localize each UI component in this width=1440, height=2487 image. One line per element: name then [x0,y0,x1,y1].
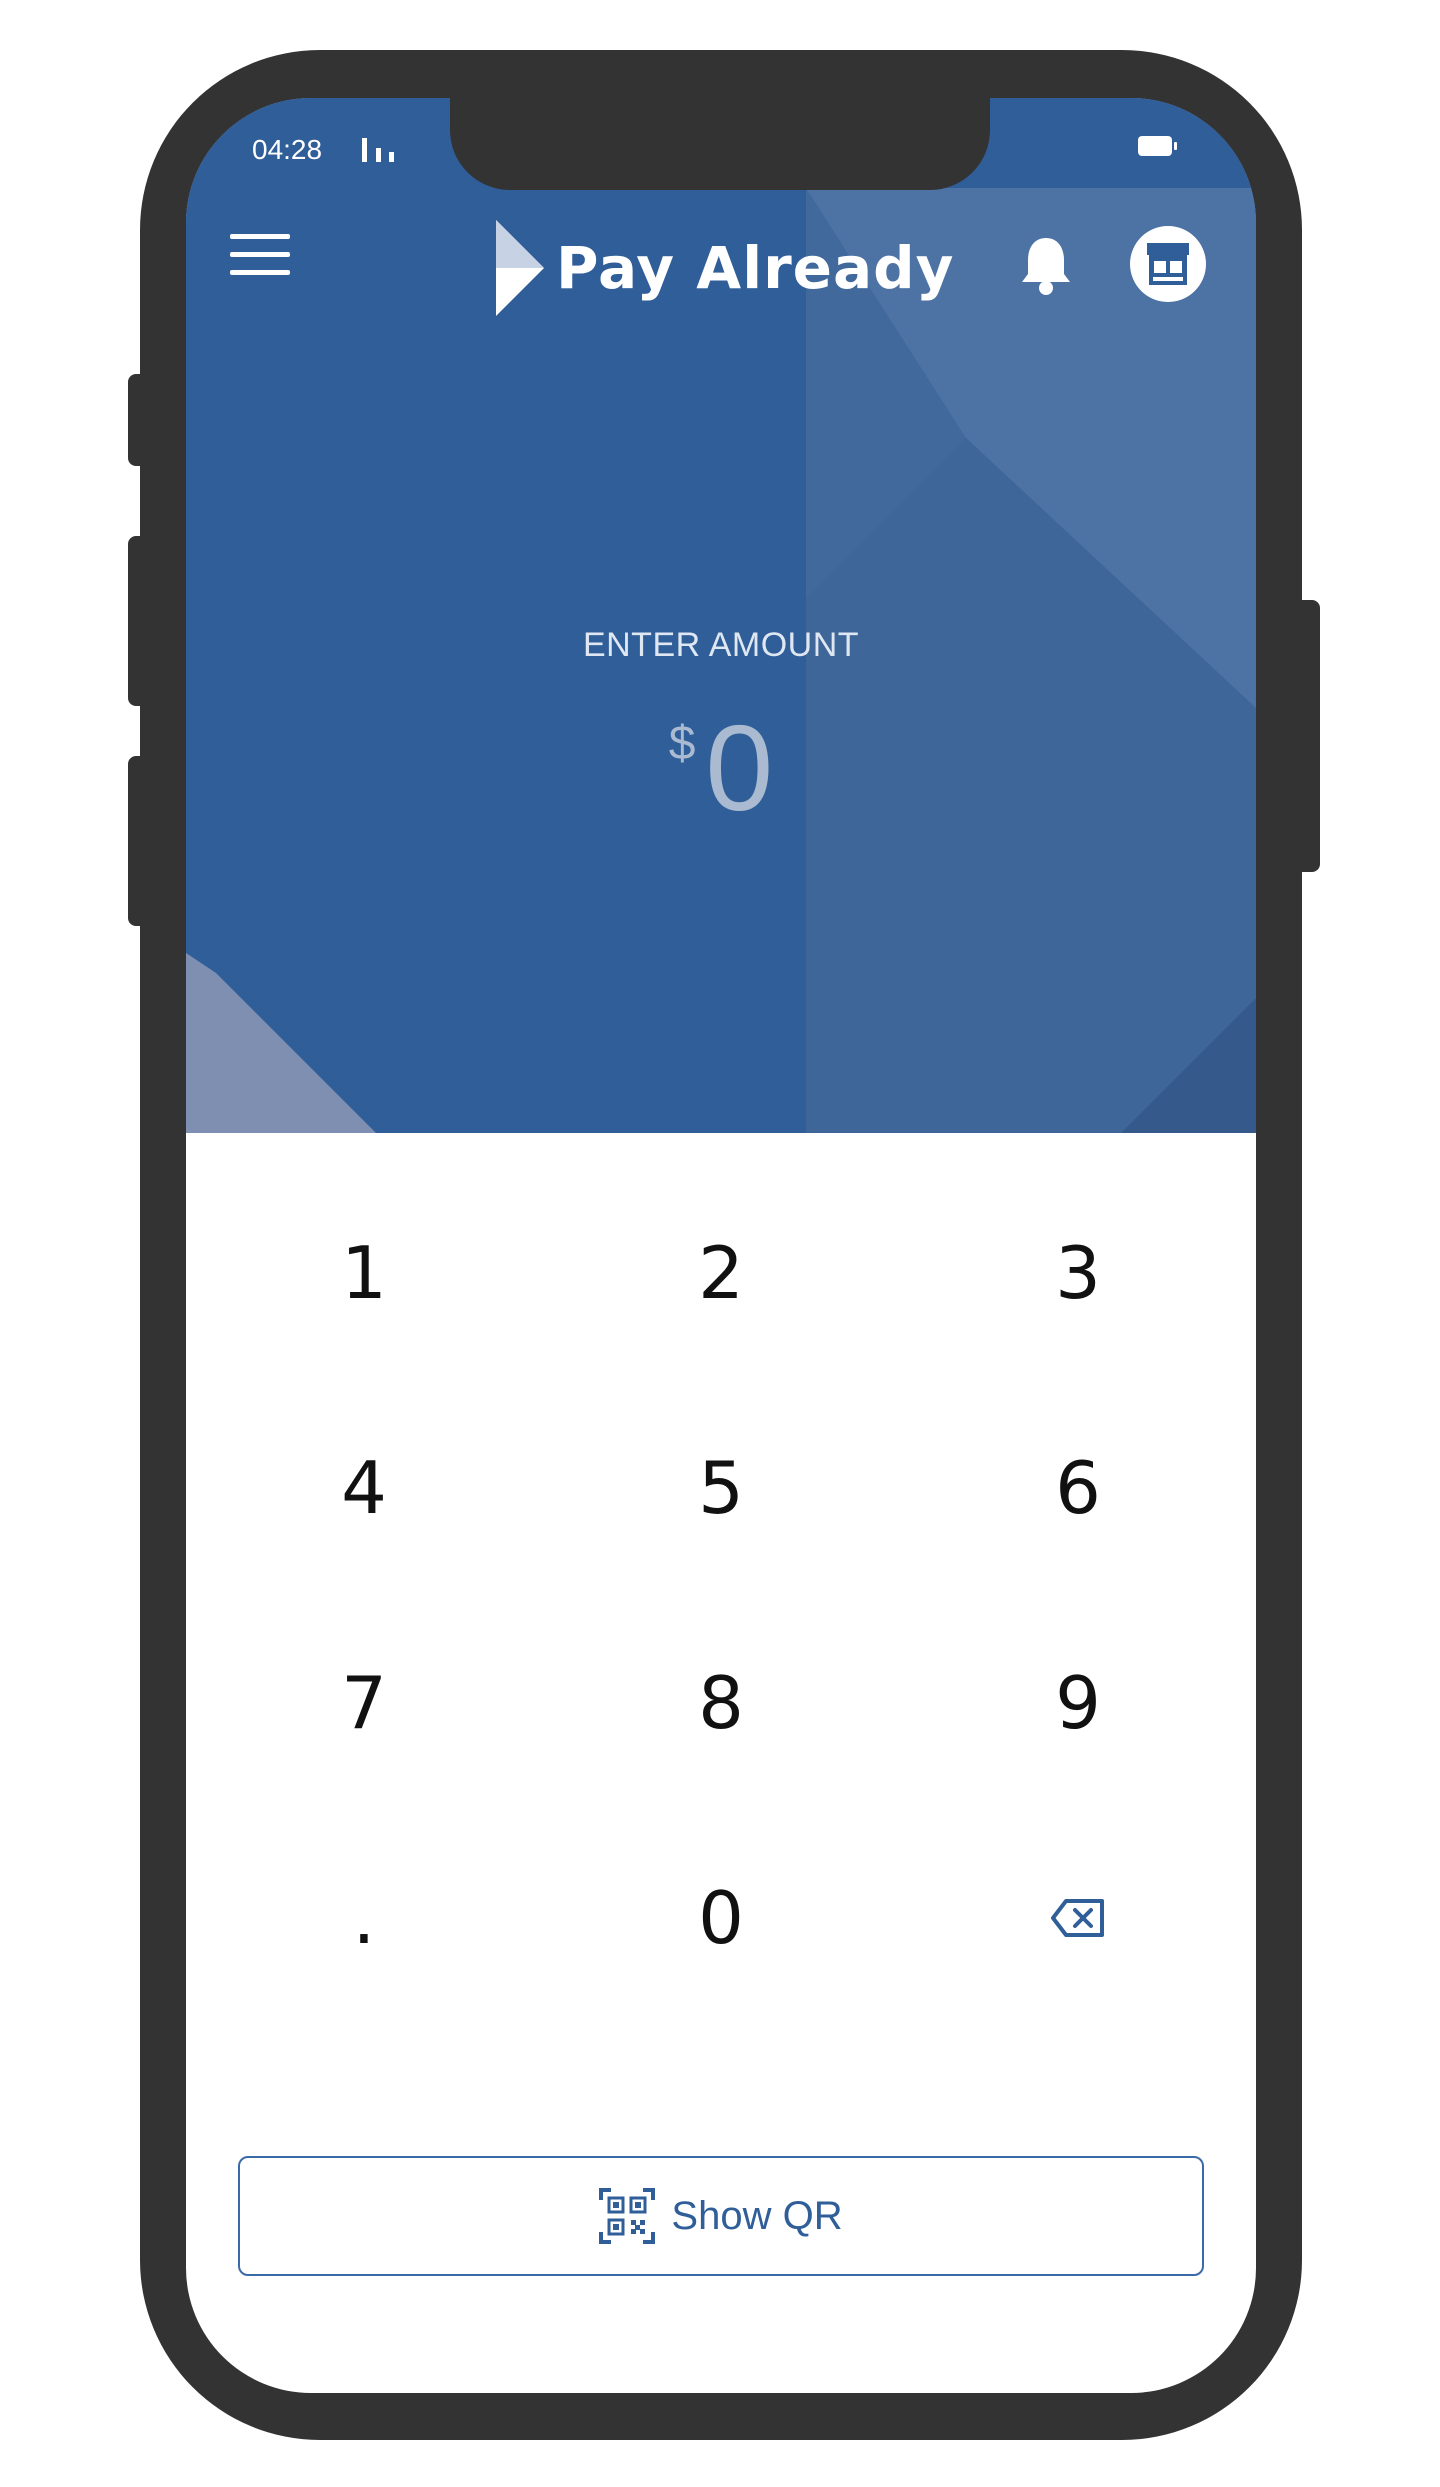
key-6[interactable]: 6 [900,1388,1256,1588]
side-button-power [1290,600,1320,872]
app-screen: 04:28 Pay Already ENTER AMOUNT $0 1 2 3 … [186,98,1256,2393]
key-8[interactable]: 8 [543,1603,899,1803]
key-1[interactable]: 1 [186,1173,542,1373]
bell-icon[interactable] [1018,234,1074,296]
brand-mark-icon [496,220,544,316]
store-icon [1147,243,1189,285]
store-avatar[interactable] [1130,226,1206,302]
key-5[interactable]: 5 [543,1388,899,1588]
brand-name: Pay Already [556,234,955,302]
key-backspace[interactable] [900,1818,1256,2018]
notch [450,98,990,190]
key-4[interactable]: 4 [186,1388,542,1588]
key-7[interactable]: 7 [186,1603,542,1803]
side-button-volume-up [128,536,158,706]
show-qr-button[interactable]: Show QR [238,2156,1204,2276]
side-button-mute [128,374,158,466]
status-time: 04:28 [252,134,323,165]
brand-logo: Pay Already [496,218,954,318]
backspace-icon [1051,1899,1104,1937]
key-3[interactable]: 3 [900,1173,1256,1373]
amount-hero: 04:28 Pay Already ENTER AMOUNT $0 [186,98,1256,1133]
amount-value: 0 [705,700,774,836]
key-9[interactable]: 9 [900,1603,1256,1803]
key-decimal[interactable]: . [186,1818,542,2018]
menu-icon[interactable] [230,234,290,278]
enter-amount-label: ENTER AMOUNT [582,626,860,664]
show-qr-label: Show QR [671,2193,843,2238]
currency-symbol: $ [668,717,696,770]
key-0[interactable]: 0 [543,1818,899,2018]
side-button-volume-down [128,756,158,926]
signal-icon [362,138,394,162]
amount-display: $0 [186,698,1256,838]
numeric-keypad: 1 2 3 4 5 6 7 8 9 . 0 [186,1133,1256,2013]
key-2[interactable]: 2 [543,1173,899,1373]
qr-code-icon [599,2188,656,2244]
battery-icon [1138,136,1177,156]
